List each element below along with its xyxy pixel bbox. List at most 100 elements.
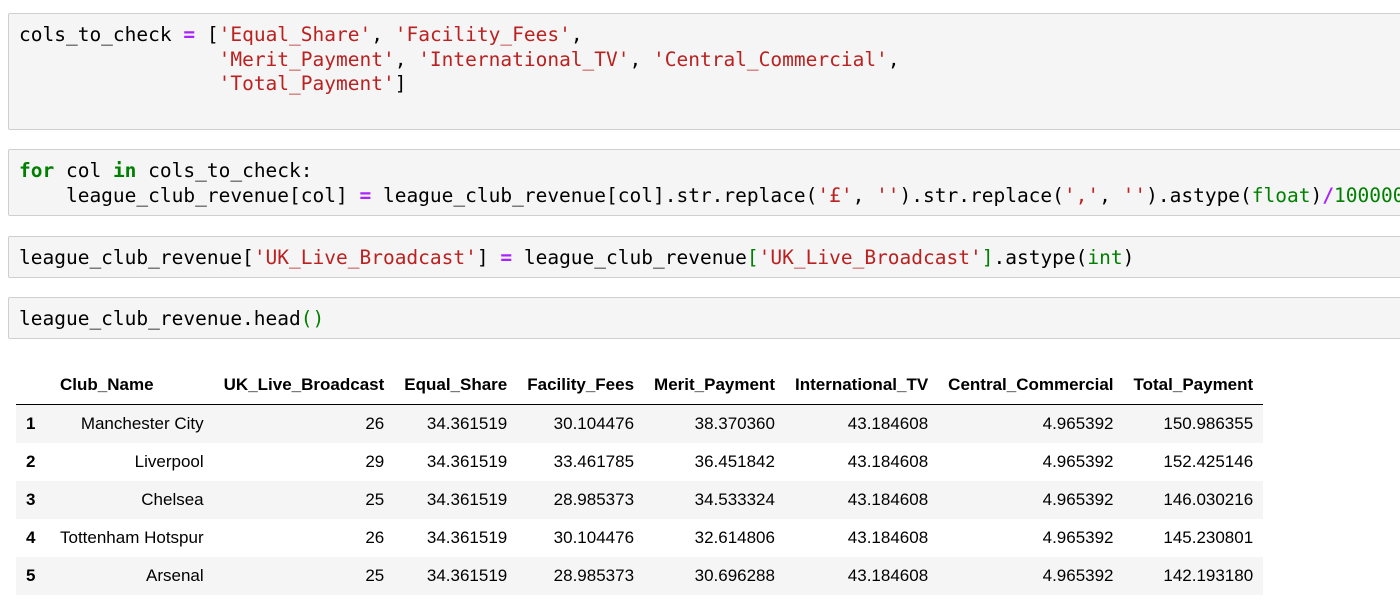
- code-token: ): [1122, 246, 1135, 269]
- string-token: '': [1122, 183, 1147, 207]
- code-token: [: [195, 23, 219, 46]
- code-line: cols_to_check = ['Equal_Share', 'Facilit…: [19, 23, 583, 46]
- builtin-token: int: [1087, 246, 1123, 269]
- code-token: col: [54, 159, 113, 182]
- string-token: 'Equal_Share': [218, 23, 372, 46]
- table-cell: 4.965392: [1042, 566, 1114, 585]
- table-row: 2 Liverpool 29 34.361519 33.461785 36.45…: [16, 443, 1264, 481]
- code-line: 'Total_Payment']: [19, 72, 407, 95]
- table-cell: 146.030216: [1163, 490, 1254, 509]
- table-cell: Chelsea: [141, 490, 204, 509]
- builtin-token: float: [1251, 183, 1311, 207]
- code-line: league_club_revenue[col] = league_club_r…: [19, 184, 1400, 207]
- code-token: ).str.replace(: [899, 183, 1064, 207]
- column-header: Club_Name: [50, 366, 214, 405]
- table-cell: 150.986355: [1163, 414, 1254, 433]
- string-token: 'International_TV': [418, 47, 630, 71]
- table-cell: 32.614806: [694, 528, 775, 547]
- row-index: 4: [26, 528, 36, 547]
- table-cell: 34.361519: [426, 566, 508, 585]
- table-cell: 38.370360: [694, 414, 775, 433]
- code-token: ,: [887, 47, 900, 71]
- operator-token: =: [500, 246, 513, 269]
- string-token: '': [876, 183, 900, 207]
- code-editor[interactable]: for col in cols_to_check: league_club_re…: [19, 159, 1400, 208]
- index-header: [16, 366, 50, 405]
- table-cell: 4.965392: [1042, 414, 1114, 433]
- code-cell-astype-int[interactable]: league_club_revenue['UK_Live_Broadcast']…: [8, 236, 1400, 278]
- code-token: ,: [852, 183, 877, 207]
- column-header: Central_Commercial: [938, 366, 1124, 405]
- row-index: 1: [26, 414, 36, 433]
- code-cell-replace-loop[interactable]: for col in cols_to_check: league_club_re…: [8, 149, 1400, 216]
- code-token: league_club_revenue: [512, 246, 747, 269]
- code-line: 'Merit_Payment', 'International_TV', 'Ce…: [19, 48, 900, 71]
- table-header-row: Club_Name UK_Live_Broadcast Equal_Share …: [16, 366, 1264, 405]
- table-cell: 142.193180: [1163, 566, 1254, 585]
- bracket-token: (): [300, 307, 325, 330]
- code-line: league_club_revenue['UK_Live_Broadcast']…: [19, 246, 1134, 269]
- table-cell: 34.361519: [426, 490, 508, 509]
- table-row: 4 Tottenham Hotspur 26 34.361519 30.1044…: [16, 519, 1264, 557]
- table-cell: 43.184608: [847, 452, 929, 471]
- code-token: ,: [1099, 183, 1123, 207]
- table-cell: 26: [365, 528, 385, 547]
- operator-token: /: [1322, 183, 1334, 207]
- code-editor[interactable]: league_club_revenue.head(): [19, 307, 324, 332]
- code-token: league_club_revenue[col]: [19, 183, 360, 207]
- code-token: ,: [629, 47, 653, 71]
- table-cell: 34.533324: [694, 490, 775, 509]
- table-cell: 36.451842: [694, 452, 775, 471]
- table-cell: 34.361519: [426, 528, 508, 547]
- table-cell: Tottenham Hotspur: [60, 528, 204, 547]
- code-token: league_club_revenue[col].str.replace(: [371, 183, 818, 207]
- string-token: 'Merit_Payment': [218, 47, 395, 71]
- code-token: ,: [570, 23, 583, 46]
- table-cell: 30.104476: [553, 414, 635, 433]
- code-token: ]: [394, 72, 407, 95]
- column-header: Facility_Fees: [517, 366, 645, 405]
- table-row: 1 Manchester City 26 34.361519 30.104476…: [16, 404, 1264, 443]
- table-cell: 34.361519: [426, 452, 508, 471]
- bracket-token: [: [746, 246, 759, 269]
- string-token: 'Total_Payment': [218, 72, 395, 95]
- string-token: ',': [1063, 183, 1100, 207]
- operator-token: =: [183, 23, 196, 46]
- code-editor[interactable]: league_club_revenue['UK_Live_Broadcast']…: [19, 246, 1134, 271]
- table-row: 5 Arsenal 25 34.361519 28.985373 30.6962…: [16, 557, 1264, 595]
- table-cell: 43.184608: [847, 414, 929, 433]
- code-cell-head[interactable]: league_club_revenue.head(): [8, 297, 1400, 339]
- bracket-token: ]: [981, 246, 994, 269]
- table-cell: 28.985373: [553, 490, 635, 509]
- row-index: 5: [26, 566, 36, 585]
- code-token: league_club_revenue.head: [19, 307, 301, 330]
- code-token: ).astype(: [1146, 183, 1252, 207]
- table-cell: Liverpool: [134, 452, 204, 471]
- table-cell: 33.461785: [553, 452, 635, 471]
- table-cell: Manchester City: [80, 414, 204, 433]
- code-editor[interactable]: cols_to_check = ['Equal_Share', 'Facilit…: [19, 23, 900, 97]
- code-token: ,: [371, 23, 395, 46]
- column-header: UK_Live_Broadcast: [213, 366, 395, 405]
- table-cell: 29: [365, 452, 385, 471]
- code-token: ]: [476, 246, 501, 269]
- code-cell-cols-to-check[interactable]: cols_to_check = ['Equal_Share', 'Facilit…: [8, 13, 1400, 130]
- code-token: .astype(: [993, 246, 1088, 269]
- string-token: 'UK_Live_Broadcast': [758, 246, 982, 269]
- code-token: ,: [394, 47, 419, 71]
- string-token: '£': [817, 183, 853, 207]
- row-index: 2: [26, 452, 36, 471]
- table-row: 3 Chelsea 25 34.361519 28.985373 34.5333…: [16, 481, 1264, 519]
- code-token: cols_to_check: [19, 23, 184, 46]
- table-cell: 34.361519: [426, 414, 508, 433]
- string-token: 'Central_Commercial': [653, 47, 888, 71]
- string-token: 'UK_Live_Broadcast': [253, 246, 477, 269]
- table-cell: Arsenal: [146, 566, 204, 585]
- column-header: Equal_Share: [394, 366, 518, 405]
- table-cell: 4.965392: [1042, 528, 1114, 547]
- table-cell: 145.230801: [1163, 528, 1254, 547]
- table-cell: 28.985373: [553, 566, 635, 585]
- column-header: International_TV: [784, 366, 939, 405]
